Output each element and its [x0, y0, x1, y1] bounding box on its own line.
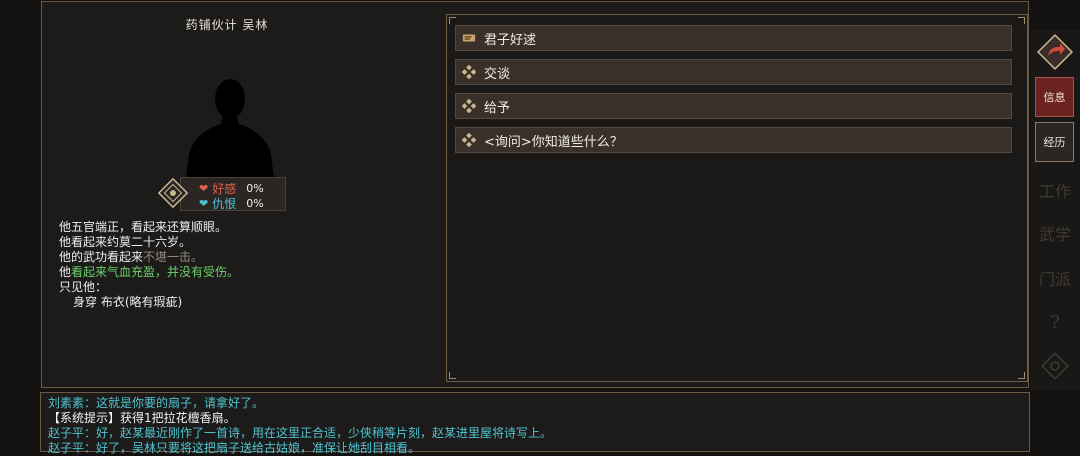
skill-rating: 不堪一击。: [143, 250, 204, 264]
option-label: 给予: [484, 100, 511, 116]
corner-ornament: [1018, 17, 1025, 24]
desc-line: 只见他：: [59, 280, 108, 294]
hatred-value: 0%: [246, 197, 264, 210]
emblem-icon: [158, 178, 188, 208]
option-label: 交谈: [484, 66, 511, 82]
gear-icon: [1041, 352, 1069, 380]
log-line: 赵子平：好了，吴林只要将这把扇子送给古姑娘，准保让她刮目相看。: [48, 441, 421, 455]
settings-button[interactable]: [1035, 346, 1075, 386]
message-log[interactable]: 刘素素：这就是你要的扇子，请拿好了。 【系统提示】获得1把拉花檀香扇。 赵子平：…: [40, 392, 1030, 455]
health-status: 看起来气血充盈，并没有受伤。: [71, 265, 240, 279]
corner-ornament: [449, 372, 456, 379]
npc-panel: 药铺伙计 吴林 ❤ 好感 0% ❤ 仇恨 0% 他五官端正，看起来还算顺眼。 他…: [41, 1, 1029, 388]
return-arrow-icon: [1036, 33, 1073, 71]
equipment-value: 布衣(略有瑕疵): [100, 295, 183, 309]
option-label: <询问>你知道些什么？: [484, 134, 623, 150]
corner-ornament: [449, 17, 456, 24]
log-line: 【系统提示】获得1把拉花檀香扇。: [48, 411, 236, 425]
option-give[interactable]: 给予: [455, 93, 1012, 119]
relation-stats: ❤ 好感 0% ❤ 仇恨 0%: [180, 177, 286, 211]
favor-value: 0%: [246, 182, 264, 195]
return-button[interactable]: [1035, 32, 1074, 72]
hatred-label: 仇恨: [212, 197, 237, 211]
work-tab-button[interactable]: 工作: [1035, 170, 1075, 210]
npc-description: 他五官端正，看起来还算顺眼。 他看起来约莫二十六岁。 他的武功看起来不堪一击。 …: [59, 220, 239, 310]
option-talk[interactable]: 交谈: [455, 59, 1012, 85]
diamond-icon: [462, 133, 476, 147]
option-ask[interactable]: <询问>你知道些什么？: [455, 127, 1012, 153]
option-label: 君子好逑: [484, 32, 537, 48]
desc-line: 他看起来气血充盈，并没有受伤。: [59, 265, 240, 279]
desc-line: 他看起来约莫二十六岁。: [59, 235, 192, 249]
npc-portrait: [185, 79, 275, 186]
diamond-icon: [462, 99, 476, 113]
sect-tab-button[interactable]: 门派: [1035, 258, 1075, 298]
equipment-line: 身穿 布衣(略有瑕疵): [73, 295, 183, 309]
diamond-icon: [462, 65, 476, 79]
desc-line: 他五官端正，看起来还算顺眼。: [59, 220, 228, 234]
dialog-panel: 君子好逑 交谈 给予 <询问>你知道些什么？: [446, 14, 1028, 382]
martial-tab-button[interactable]: 武学: [1035, 213, 1075, 253]
log-line: 赵子平：好，赵某最近刚作了一首诗，用在这里正合适，少侠稍等片刻，赵某进里屋将诗写…: [48, 426, 553, 440]
npc-title: 药铺伙计 吴林: [185, 18, 269, 32]
option-courtship[interactable]: 君子好逑: [455, 25, 1012, 51]
hatred-stat: ❤ 仇恨 0%: [199, 195, 264, 212]
info-tab-button[interactable]: 信息: [1035, 77, 1074, 117]
log-line: 刘素素：这就是你要的扇子，请拿好了。: [48, 396, 265, 410]
desc-line: 他的武功看起来不堪一击。: [59, 250, 204, 264]
help-button[interactable]: ?: [1035, 302, 1075, 342]
heart-icon: ❤: [199, 182, 209, 195]
corner-ornament: [1018, 372, 1025, 379]
scroll-icon: [462, 31, 476, 45]
heart-icon: ❤: [199, 197, 209, 210]
right-sidebar: 信息 经历 工作 武学 门派 ?: [1031, 30, 1080, 390]
history-tab-button[interactable]: 经历: [1035, 122, 1074, 162]
